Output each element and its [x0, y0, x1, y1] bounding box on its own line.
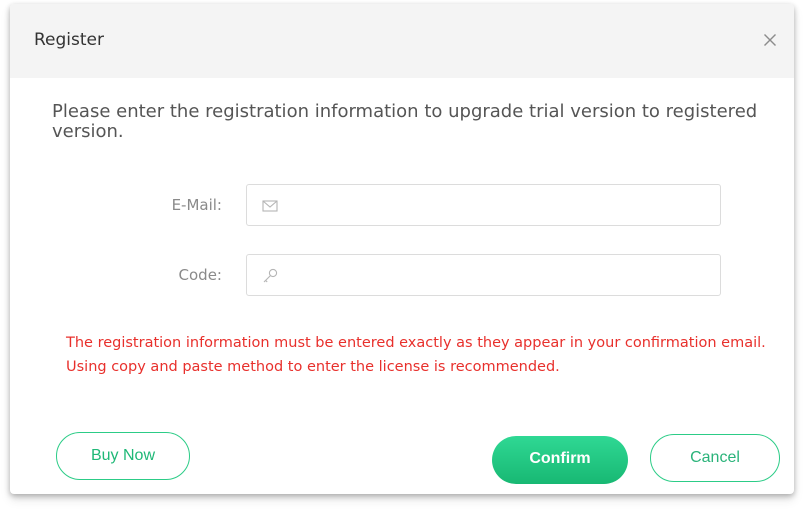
warning-text: The registration information must be ent…	[66, 335, 766, 375]
email-field[interactable]	[246, 184, 721, 226]
email-input[interactable]	[287, 186, 711, 224]
confirm-button[interactable]: Confirm	[492, 436, 628, 484]
key-icon	[263, 268, 278, 283]
register-dialog: Register Please enter the registration i…	[10, 4, 794, 494]
close-icon	[764, 34, 776, 46]
dialog-titlebar: Register	[10, 4, 794, 78]
buy-now-button[interactable]: Buy Now	[56, 432, 190, 480]
code-field[interactable]	[246, 254, 721, 296]
intro-text: Please enter the registration informatio…	[52, 101, 758, 142]
code-input[interactable]	[287, 256, 711, 294]
code-label: Code:	[178, 266, 222, 284]
dialog-title: Register	[34, 30, 104, 50]
email-label: E-Mail:	[171, 196, 222, 214]
close-button[interactable]	[758, 28, 782, 52]
cancel-button[interactable]: Cancel	[650, 434, 780, 482]
mail-icon	[262, 200, 278, 212]
